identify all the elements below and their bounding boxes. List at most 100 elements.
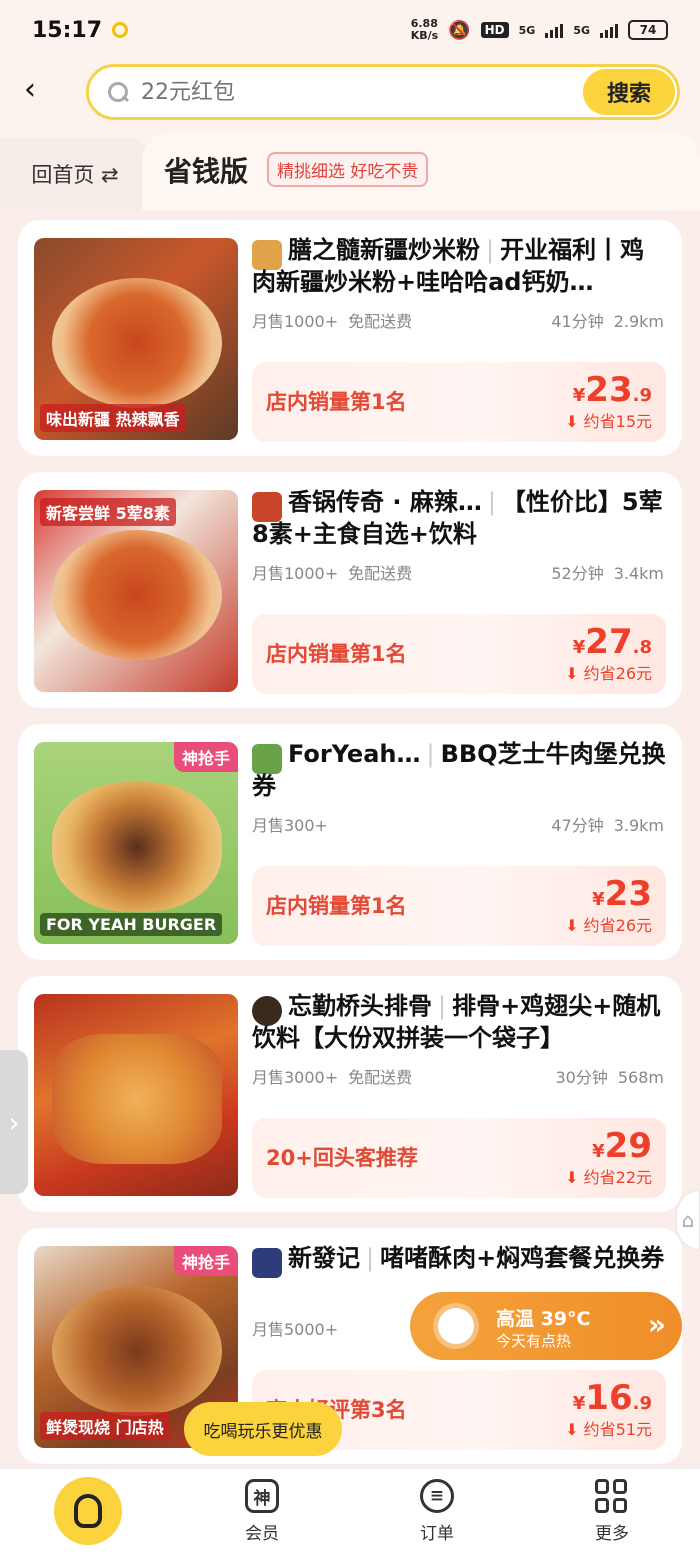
tab-home[interactable]: 回首页 ⇄ [0, 138, 150, 210]
hot-badge: 神抢手 [173, 1246, 238, 1276]
price-block: ¥23.9 ⬇ 约省15元 [565, 370, 652, 432]
product-image: 味出新疆 热辣飘香 [34, 238, 238, 440]
product-title: 忘勤桥头排骨 | 排骨+鸡翅尖+随机饮料【大份双拼装一个袋子】 [252, 992, 661, 1052]
product-card[interactable]: 味出新疆 热辣飘香 膳之髓新疆炒米粉 | 开业福利丨鸡肉新疆炒米粉+哇哈哈ad钙奶…… [18, 220, 682, 456]
price-int: 23 [585, 370, 633, 410]
product-image: 新客尝鲜 5荤8素 [34, 490, 238, 692]
nav-vip-label: 会员 [245, 1524, 279, 1544]
nav-more[interactable]: 更多 [572, 1479, 652, 1544]
app-indicator-icon [112, 22, 129, 38]
price-int: 23 [604, 874, 652, 914]
distance-meta: 47分钟 3.9km [541, 812, 664, 836]
price-dec: .8 [632, 637, 652, 658]
product-card[interactable]: 忘勤桥头排骨 | 排骨+鸡翅尖+随机饮料【大份双拼装一个袋子】 月售3000+ 免配送… [18, 976, 682, 1212]
nav-orders[interactable]: ≡ 订单 [397, 1479, 477, 1544]
vip-icon: 神 [245, 1479, 279, 1513]
save-label: ⬇ 约省26元 [565, 916, 652, 935]
weather-banner[interactable]: 高温 39°C 今天有点热 » [410, 1292, 682, 1360]
search-input[interactable] [141, 79, 561, 105]
weather-subtitle: 今天有点热 [496, 1332, 572, 1350]
rank-strip: 店内销量第1名 ¥23.9 ⬇ 约省15元 [252, 362, 666, 442]
currency: ¥ [572, 637, 586, 658]
bottom-nav: 神 会员 ≡ 订单 更多 [0, 1468, 700, 1555]
tab-tag: 精挑细选 好吃不贵 [267, 152, 429, 187]
product-card[interactable]: 神抢手 FOR YEAH BURGER ForYeah… | BBQ芝士牛肉堡兑换券… [18, 724, 682, 960]
status-time: 15:17 [32, 17, 103, 43]
product-image [34, 994, 238, 1196]
net-speed: 6.88 KB/s [410, 17, 439, 42]
search-button[interactable]: 搜索 [583, 69, 675, 115]
bell-home-icon [74, 1494, 102, 1528]
price-dec: .9 [632, 1393, 652, 1414]
price-int: 16 [585, 1378, 633, 1418]
product-title: 香锅传奇 · 麻辣… | 【性价比】5荤8素+主食自选+饮料 [252, 488, 663, 548]
distance: 2.9km [613, 312, 664, 331]
currency: ¥ [592, 889, 605, 910]
sales-meta: 月售1000+ 免配送费 [252, 560, 422, 584]
promo-tooltip[interactable]: 吃喝玩乐更优惠 [184, 1402, 342, 1456]
nav-more-label: 更多 [595, 1524, 629, 1544]
shop-name: 新發记 [288, 1244, 360, 1272]
price-block: ¥16.9 ⬇ 约省51元 [565, 1378, 652, 1440]
monthly-sales: 月售5000+ [252, 1320, 339, 1339]
product-card[interactable]: 新客尝鲜 5荤8素 香锅传奇 · 麻辣… | 【性价比】5荤8素+主食自选+饮料 月… [18, 472, 682, 708]
nav-vip[interactable]: 神 会员 [222, 1479, 302, 1544]
signal-icon-2 [600, 22, 618, 38]
back-icon[interactable]: ‹ [24, 74, 56, 106]
side-drawer-handle[interactable]: › [0, 1050, 28, 1194]
hot-badge: 神抢手 [173, 742, 238, 772]
grid-icon [595, 1479, 629, 1513]
price-block: ¥27.8 ⬇ 约省26元 [565, 622, 652, 684]
rank-strip: 店内销量第1名 ¥27.8 ⬇ 约省26元 [252, 614, 666, 694]
distance: 3.4km [613, 564, 664, 583]
deal-name: 啫啫酥肉+焖鸡套餐兑换券 [380, 1244, 665, 1272]
rank-label: 店内销量第1名 [266, 642, 407, 666]
top-bar: ‹ 搜索 [0, 60, 700, 124]
nav-home-button[interactable] [54, 1477, 122, 1545]
delivery-time: 41分钟 [551, 312, 604, 331]
distance-meta: 30分钟 568m [546, 1064, 665, 1088]
status-right: 6.88 KB/s 🔕 HD 5G 5G 74 [411, 18, 668, 42]
status-bar: 15:17 6.88 KB/s 🔕 HD 5G 5G 74 [0, 0, 700, 60]
sim1-label: 5G [518, 23, 536, 37]
currency: ¥ [572, 1393, 586, 1414]
currency: ¥ [592, 1141, 605, 1162]
price-block: ¥23 ⬇ 约省26元 [565, 874, 652, 936]
price-int: 29 [604, 1126, 652, 1166]
distance: 3.9km [613, 816, 664, 835]
nav-orders-label: 订单 [420, 1524, 454, 1544]
delivery-fee: 免配送费 [348, 1068, 413, 1087]
delivery-time: 30分钟 [555, 1068, 608, 1087]
product-title: ForYeah… | BBQ芝士牛肉堡兑换券 [252, 740, 666, 800]
distance: 568m [617, 1068, 664, 1087]
tab-bar: 回首页 ⇄ 省钱版 精挑细选 好吃不贵 [0, 124, 700, 210]
battery-icon: 74 [628, 20, 668, 40]
monthly-sales: 月售300+ [252, 816, 328, 835]
product-image: 神抢手 FOR YEAH BURGER [34, 742, 238, 944]
sales-meta: 月售5000+ [252, 1316, 348, 1340]
delivery-time: 47分钟 [551, 816, 604, 835]
rank-strip: 20+回头客推荐 ¥29 ⬇ 约省22元 [252, 1118, 666, 1198]
shop-name: 香锅传奇 · 麻辣… [288, 488, 482, 516]
product-list: 味出新疆 热辣飘香 膳之髓新疆炒米粉 | 开业福利丨鸡肉新疆炒米粉+哇哈哈ad钙奶…… [0, 210, 700, 1468]
image-caption: 鲜煲现烧 门店热 [40, 1412, 170, 1440]
rank-label: 店内销量第1名 [266, 894, 407, 918]
save-label: ⬇ 约省26元 [565, 664, 652, 683]
double-chevron-icon: » [647, 1308, 666, 1341]
delivery-time: 52分钟 [551, 564, 604, 583]
tab-saving-title[interactable]: 省钱版 [164, 150, 248, 190]
signal-icon [545, 22, 564, 38]
save-label: ⬇ 约省51元 [565, 1420, 652, 1439]
currency: ¥ [572, 385, 586, 406]
sales-meta: 月售3000+ 免配送费 [252, 1064, 422, 1088]
image-caption: FOR YEAH BURGER [40, 913, 223, 936]
delivery-fee: 免配送费 [348, 312, 413, 331]
orders-icon: ≡ [420, 1479, 454, 1513]
shop-name: 忘勤桥头排骨 [288, 992, 432, 1020]
sim2-label: 5G [573, 23, 590, 37]
delivery-fee: 免配送费 [348, 564, 413, 583]
search-box[interactable]: 搜索 [86, 64, 680, 120]
rank-label: 20+回头客推荐 [266, 1146, 418, 1170]
price-int: 27 [585, 622, 633, 662]
save-label: ⬇ 约省15元 [565, 412, 652, 431]
